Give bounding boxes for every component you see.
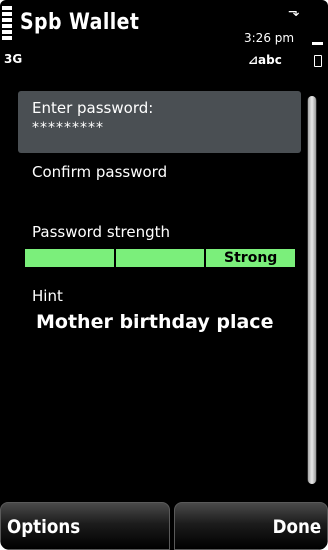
status-bar: Spb Wallet 3G ⬎ 3:26 pm ⊿abc bbox=[0, 0, 328, 80]
strength-segment bbox=[25, 249, 116, 267]
options-label: Options bbox=[7, 516, 81, 538]
clock: 3:26 pm bbox=[244, 31, 295, 45]
password-value[interactable]: ********* bbox=[32, 120, 301, 136]
hint-label: Hint bbox=[32, 287, 63, 305]
done-softkey[interactable]: Done bbox=[174, 502, 328, 550]
phone-screen: Spb Wallet 3G ⬎ 3:26 pm ⊿abc Enter passw… bbox=[0, 0, 328, 550]
strength-label: Password strength bbox=[32, 223, 171, 241]
app-title: Spb Wallet bbox=[20, 10, 140, 35]
options-softkey[interactable]: Options bbox=[0, 502, 170, 550]
battery-icon bbox=[314, 55, 322, 67]
password-form: Enter password: ********* Confirm passwo… bbox=[18, 91, 301, 333]
confirm-password-field[interactable]: Confirm password bbox=[32, 163, 167, 181]
scrollbar-thumb[interactable] bbox=[308, 96, 316, 484]
usb-icon: ⬎ bbox=[288, 4, 300, 20]
battery-level-icon bbox=[312, 42, 323, 45]
input-mode-indicator: ⊿abc bbox=[248, 53, 282, 67]
hint-field[interactable]: Mother birthday place bbox=[36, 311, 273, 333]
signal-strength-icon bbox=[2, 6, 12, 42]
password-label: Enter password: bbox=[32, 99, 154, 117]
password-strength-meter: Strong bbox=[25, 249, 296, 267]
strength-value: Strong bbox=[206, 249, 296, 267]
network-type: 3G bbox=[4, 52, 23, 66]
password-field[interactable]: Enter password: ********* bbox=[18, 91, 301, 153]
strength-segment bbox=[115, 249, 207, 267]
done-label: Done bbox=[272, 516, 321, 538]
